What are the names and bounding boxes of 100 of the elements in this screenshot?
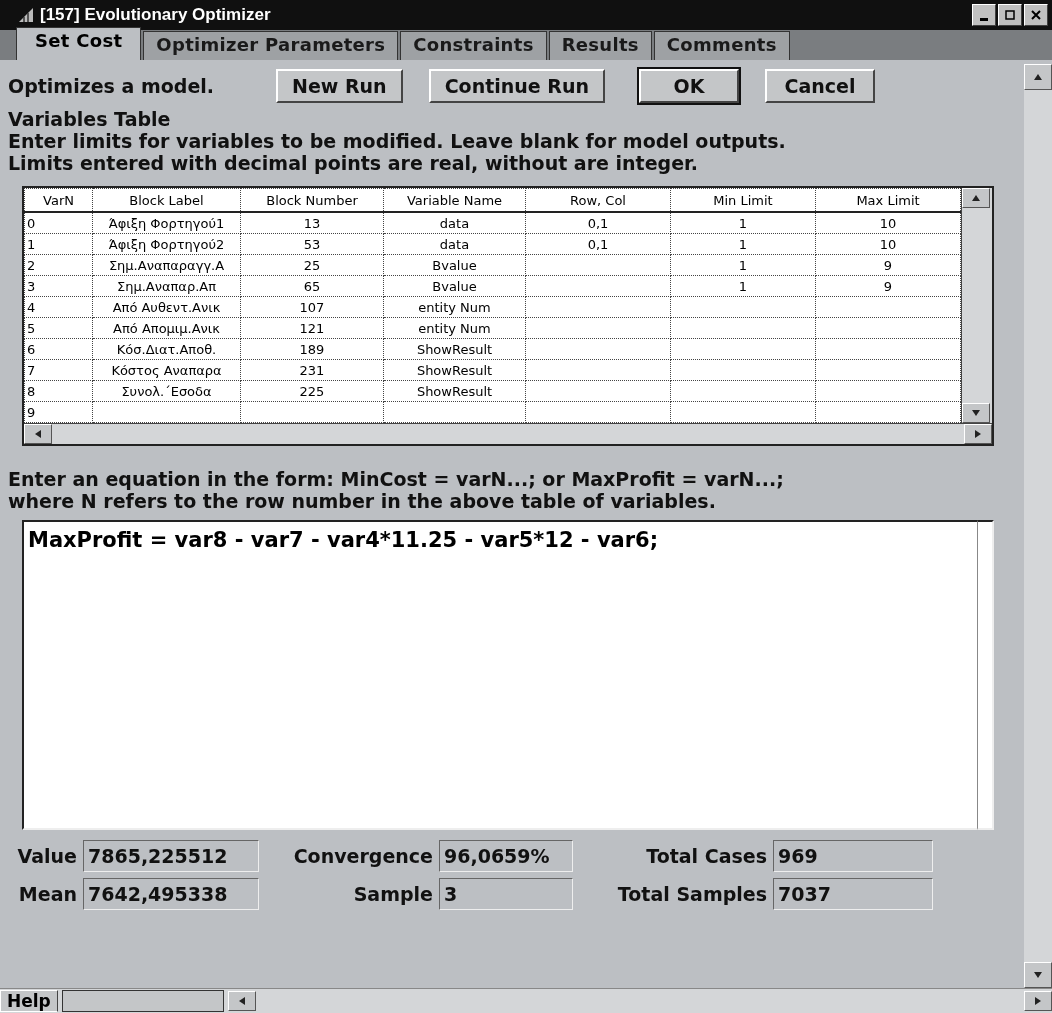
tab[interactable]: Optimizer Parameters [143, 31, 399, 60]
arrow-icon [1033, 73, 1043, 81]
tab[interactable]: Constraints [400, 31, 547, 60]
column-header: Min Limit [670, 188, 816, 212]
table-cell: 231 [240, 359, 384, 381]
stat-field: 7642,495338 [83, 878, 259, 910]
table-cell: 7 [24, 359, 93, 381]
table-cell: 2 [24, 254, 93, 276]
table-cell: 1 [670, 254, 816, 276]
table-cell: 225 [240, 380, 384, 402]
table-cell: 0,1 [525, 233, 671, 255]
table-cell: 3 [24, 275, 93, 297]
scrollbar[interactable] [227, 991, 1052, 1011]
table-cell: 4 [24, 296, 93, 318]
scrollbar[interactable] [1024, 64, 1052, 988]
scrollbar[interactable] [961, 188, 992, 423]
column-header: Row, Col [525, 188, 671, 212]
stat-label: Total Cases [645, 845, 768, 867]
table-cell: Bvalue [383, 275, 526, 297]
table-cell: 107 [240, 296, 384, 318]
table-cell: 189 [240, 338, 384, 360]
table-cell: 13 [240, 212, 384, 234]
arrow-icon [1033, 971, 1043, 979]
window-title: [157] Evolutionary Optimizer [40, 5, 272, 25]
arrow-icon [973, 430, 983, 438]
scrollbar[interactable] [977, 520, 994, 830]
scroll-down-button[interactable] [962, 403, 990, 423]
table-cell: 65 [240, 275, 384, 297]
minimize-button[interactable] [972, 4, 996, 26]
stat-label: Sample [352, 883, 434, 905]
table-cell: 10 [815, 233, 961, 255]
arrow-icon [1033, 997, 1043, 1005]
minimize-icon [980, 17, 988, 21]
continue-run-button[interactable]: Continue Run [428, 69, 605, 103]
table-cell: ShowResult [383, 338, 526, 360]
stat-label: Total Samples [616, 883, 768, 905]
table-cell: ShowResult [383, 359, 526, 381]
table-cell: 121 [240, 317, 384, 339]
ok-button[interactable]: OK [639, 69, 739, 103]
scroll-up-button[interactable] [962, 188, 990, 208]
scroll-left-button[interactable] [227, 991, 256, 1011]
cancel-button[interactable]: Cancel [765, 69, 875, 103]
tab[interactable]: Results [548, 31, 652, 60]
help-text: where N refers to the row number in the above table of variables. [8, 490, 717, 512]
column-header: Variable Name [383, 188, 526, 212]
table-cell: 1 [670, 212, 816, 234]
table-cell: data [383, 233, 526, 255]
table-cell: 10 [815, 212, 961, 234]
stat-label: Value [16, 845, 78, 867]
maximize-icon [1005, 10, 1015, 20]
table-cell: Συνολ.΄Εσοδα [92, 380, 241, 402]
scroll-right-button[interactable] [1024, 991, 1052, 1011]
table-title: Variables Table [8, 108, 172, 130]
help-text: Enter an equation in the form: MinCost = varN...; or MaxProfit = varN...; [8, 468, 785, 490]
table-cell: data [383, 212, 526, 234]
instruction-text: Enter limits for variables to be modified. Leave blank for model outputs. [8, 130, 787, 152]
equation-field[interactable]: MaxProfit = var8 - var7 - var4*11.25 - var5*12 - var6; [22, 520, 977, 830]
scroll-right-button[interactable] [964, 424, 992, 444]
new-run-button[interactable]: New Run [276, 69, 403, 103]
stat-field: 96,0659% [439, 840, 573, 872]
stat-label: Convergence [292, 845, 434, 867]
table-cell: 9 [815, 254, 961, 276]
table-cell: Κόστος Αναπαρα [92, 359, 241, 381]
tab[interactable]: Set Cost [16, 27, 142, 60]
app-icon[interactable] [18, 7, 34, 23]
close-icon [1031, 10, 1041, 20]
table-cell: entity Num [383, 317, 526, 339]
table-cell: Κόσ.Διατ.Αποθ. [92, 338, 241, 360]
table-cell: Bvalue [383, 254, 526, 276]
column-header: Block Number [240, 188, 384, 212]
table-cell: Άφιξη Φορτηγού2 [92, 233, 241, 255]
table-cell: 1 [670, 275, 816, 297]
scroll-left-button[interactable] [24, 424, 52, 444]
table-cell: entity Num [383, 296, 526, 318]
instruction-text: Limits entered with decimal points are real, without are integer. [8, 152, 699, 174]
table-cell: 1 [670, 233, 816, 255]
close-button[interactable] [1024, 4, 1048, 26]
scroll-up-button[interactable] [1024, 64, 1052, 90]
table-cell: 9 [24, 401, 93, 423]
table-cell: 0,1 [525, 212, 671, 234]
table-cell: 8 [24, 380, 93, 402]
tab[interactable]: Comments [653, 31, 790, 60]
maximize-button[interactable] [998, 4, 1022, 26]
description-text: Optimizes a model. [8, 75, 216, 97]
scroll-down-button[interactable] [1024, 962, 1052, 988]
column-header: Max Limit [815, 188, 961, 212]
table-cell: 53 [240, 233, 384, 255]
table-cell: Σημ.Αναπαρ.Απ [92, 275, 241, 297]
arrow-icon [971, 409, 981, 417]
table-cell: ShowResult [383, 380, 526, 402]
help-button[interactable]: Help [0, 990, 58, 1012]
column-header: Block Label [92, 188, 241, 212]
table-cell: 1 [24, 233, 93, 255]
table-cell: Σημ.Αναπαραγγ.Α [92, 254, 241, 276]
stat-field: 7865,225512 [83, 840, 259, 872]
scrollbar[interactable] [24, 423, 992, 444]
stat-field: 969 [773, 840, 933, 872]
table-cell: 9 [815, 275, 961, 297]
stat-label: Mean [17, 883, 78, 905]
table-cell: Άφιξη Φορτηγού1 [92, 212, 241, 234]
